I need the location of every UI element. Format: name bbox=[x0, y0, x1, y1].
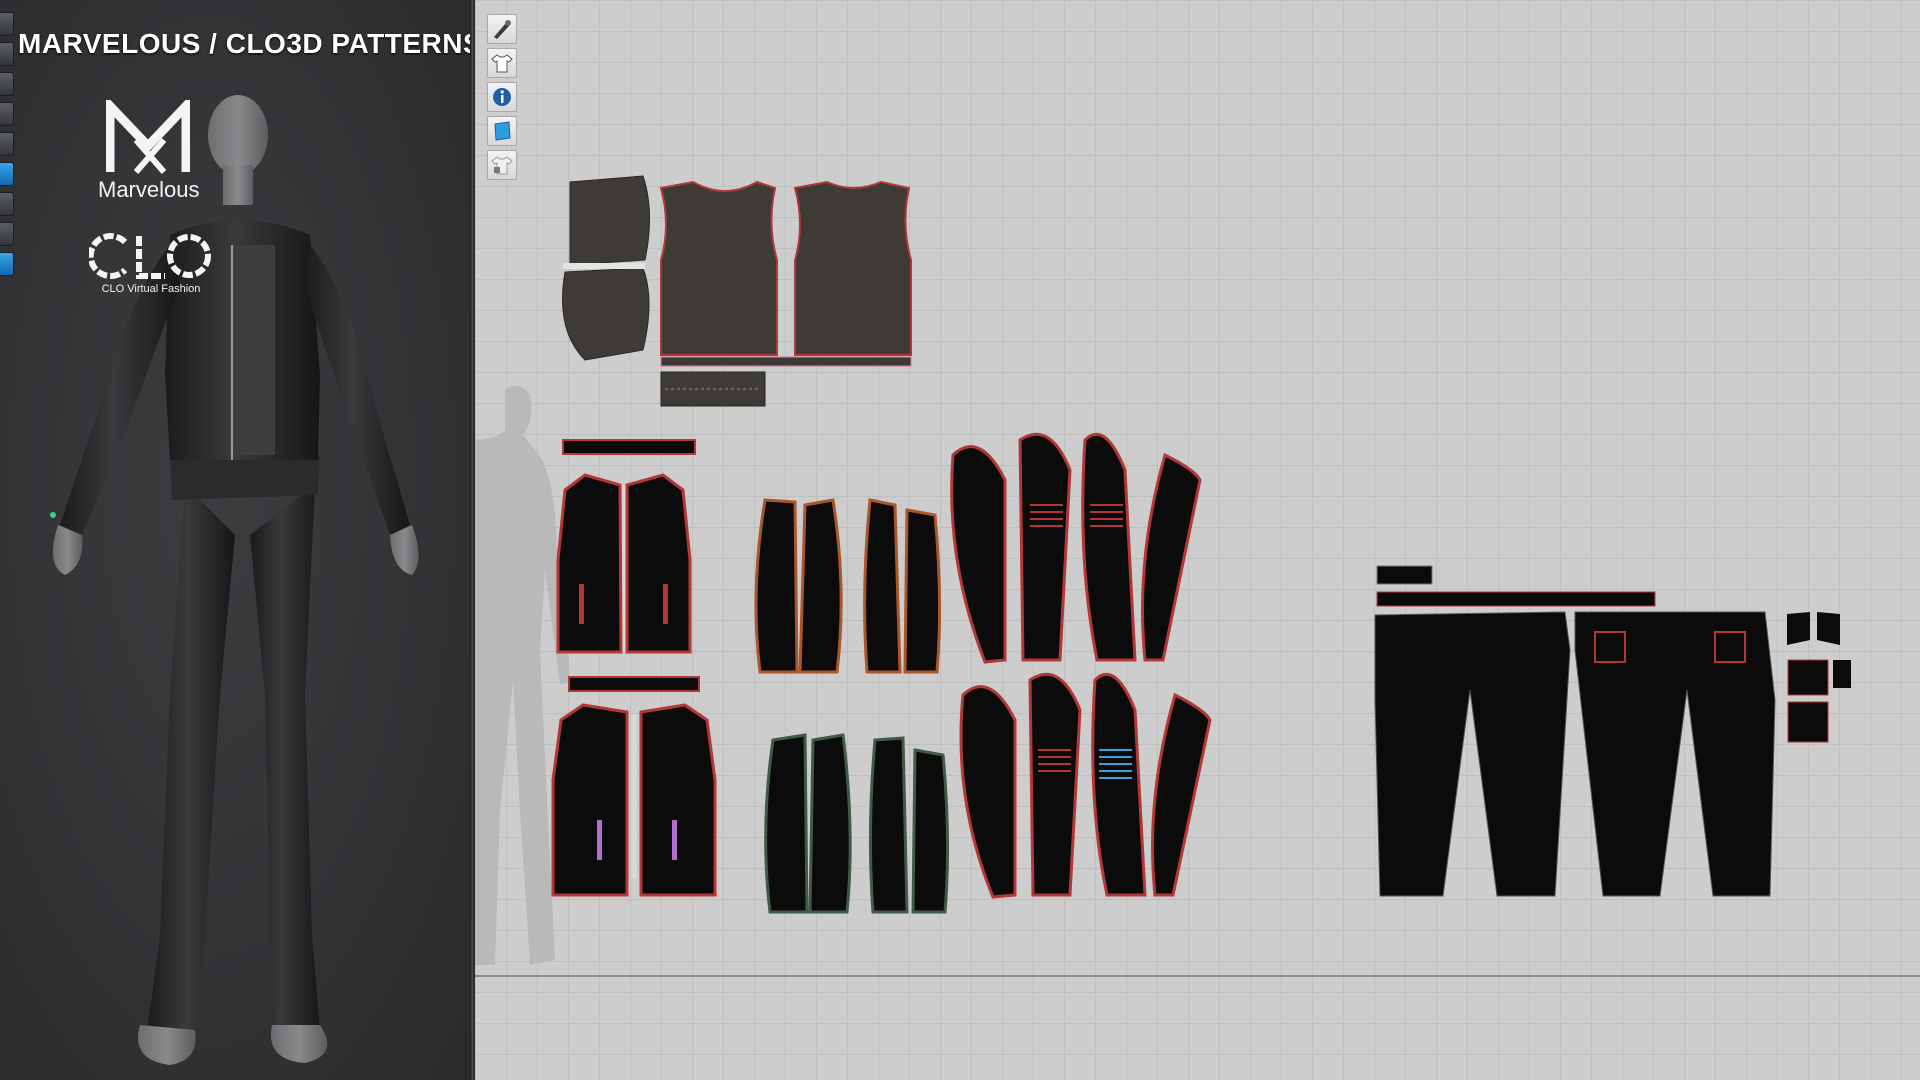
pattern-piece[interactable] bbox=[911, 748, 950, 914]
pattern-piece[interactable] bbox=[568, 676, 700, 692]
pants-patterns bbox=[1374, 565, 1851, 897]
sheet-icon[interactable] bbox=[487, 116, 517, 146]
measure-icon[interactable] bbox=[0, 162, 14, 186]
clo-logo: CLO Virtual Fashion bbox=[86, 232, 216, 295]
render-icon[interactable] bbox=[0, 252, 14, 276]
pen-icon[interactable] bbox=[487, 14, 517, 44]
pattern-piece[interactable] bbox=[562, 439, 696, 455]
clo-logo-icon bbox=[87, 233, 211, 279]
select-icon[interactable] bbox=[0, 12, 14, 36]
clo-logo-subtitle: CLO Virtual Fashion bbox=[101, 283, 201, 295]
pattern-piece[interactable] bbox=[959, 685, 1017, 899]
pattern-piece[interactable] bbox=[1787, 612, 1810, 645]
pattern-piece[interactable] bbox=[1817, 612, 1840, 645]
pattern-piece[interactable] bbox=[569, 175, 650, 266]
pattern-piece[interactable] bbox=[562, 267, 650, 361]
2d-pattern-window[interactable] bbox=[475, 0, 1920, 1080]
pattern-piece[interactable] bbox=[1787, 701, 1829, 743]
marvelous-logo-icon bbox=[105, 94, 191, 174]
pattern-piece[interactable] bbox=[563, 263, 645, 269]
pattern-piece[interactable] bbox=[551, 703, 629, 897]
pattern-piece[interactable] bbox=[950, 445, 1007, 664]
pattern-piece[interactable] bbox=[793, 180, 912, 356]
pattern-piece[interactable] bbox=[1091, 672, 1147, 897]
pattern-piece[interactable] bbox=[903, 508, 942, 674]
pattern-piece[interactable] bbox=[1787, 659, 1829, 696]
pattern-piece[interactable] bbox=[764, 733, 809, 914]
pattern-piece[interactable] bbox=[1018, 432, 1072, 662]
zoom-icon[interactable] bbox=[0, 222, 14, 246]
pattern-piece[interactable] bbox=[798, 498, 843, 674]
jacket-patterns-upper bbox=[556, 432, 1202, 674]
avatar-icon[interactable] bbox=[0, 132, 14, 156]
pattern-piece[interactable] bbox=[659, 180, 778, 356]
pattern-piece[interactable] bbox=[1376, 591, 1656, 607]
pattern-piece[interactable] bbox=[868, 736, 909, 914]
knit-top-patterns bbox=[562, 175, 912, 407]
pattern-piece[interactable] bbox=[556, 473, 623, 654]
avatar-3d-model[interactable] bbox=[20, 75, 440, 1075]
shirt-icon[interactable] bbox=[487, 48, 517, 78]
pattern-piece[interactable] bbox=[808, 733, 852, 914]
pattern-piece[interactable] bbox=[863, 498, 902, 674]
pattern-piece[interactable] bbox=[1081, 432, 1137, 662]
pattern-piece[interactable] bbox=[1151, 692, 1212, 897]
pattern-piece[interactable] bbox=[625, 473, 692, 654]
avatar-baseline bbox=[475, 975, 1920, 977]
home-icon[interactable] bbox=[0, 102, 14, 126]
overlay-title: MARVELOUS / CLO3D PATTERNS bbox=[18, 28, 470, 59]
pattern-toolbar bbox=[487, 14, 517, 180]
pattern-pieces bbox=[551, 175, 1851, 914]
mesh-icon[interactable] bbox=[0, 42, 14, 66]
brush-icon[interactable] bbox=[0, 192, 14, 216]
pattern-piece[interactable] bbox=[1028, 672, 1082, 897]
marvelous-logo: Marvelous bbox=[98, 94, 200, 203]
info-icon[interactable] bbox=[487, 82, 517, 112]
jacket-patterns-lower bbox=[551, 672, 1212, 914]
move-icon[interactable] bbox=[0, 72, 14, 96]
pattern-piece[interactable] bbox=[754, 498, 799, 674]
pattern-piece[interactable] bbox=[1141, 452, 1202, 662]
pattern-piece[interactable] bbox=[1833, 660, 1851, 688]
garment-lock-icon[interactable] bbox=[487, 150, 517, 180]
pattern-piece[interactable] bbox=[639, 703, 717, 897]
pattern-piece[interactable] bbox=[1374, 611, 1571, 897]
pattern-piece[interactable] bbox=[1376, 565, 1433, 585]
viewport-toolbar bbox=[0, 12, 16, 276]
pattern-piece[interactable] bbox=[660, 356, 912, 367]
marvelous-logo-text: Marvelous bbox=[98, 177, 200, 202]
3d-viewport[interactable]: MARVELOUS / CLO3D PATTERNS Marvelous CLO… bbox=[0, 0, 470, 1080]
